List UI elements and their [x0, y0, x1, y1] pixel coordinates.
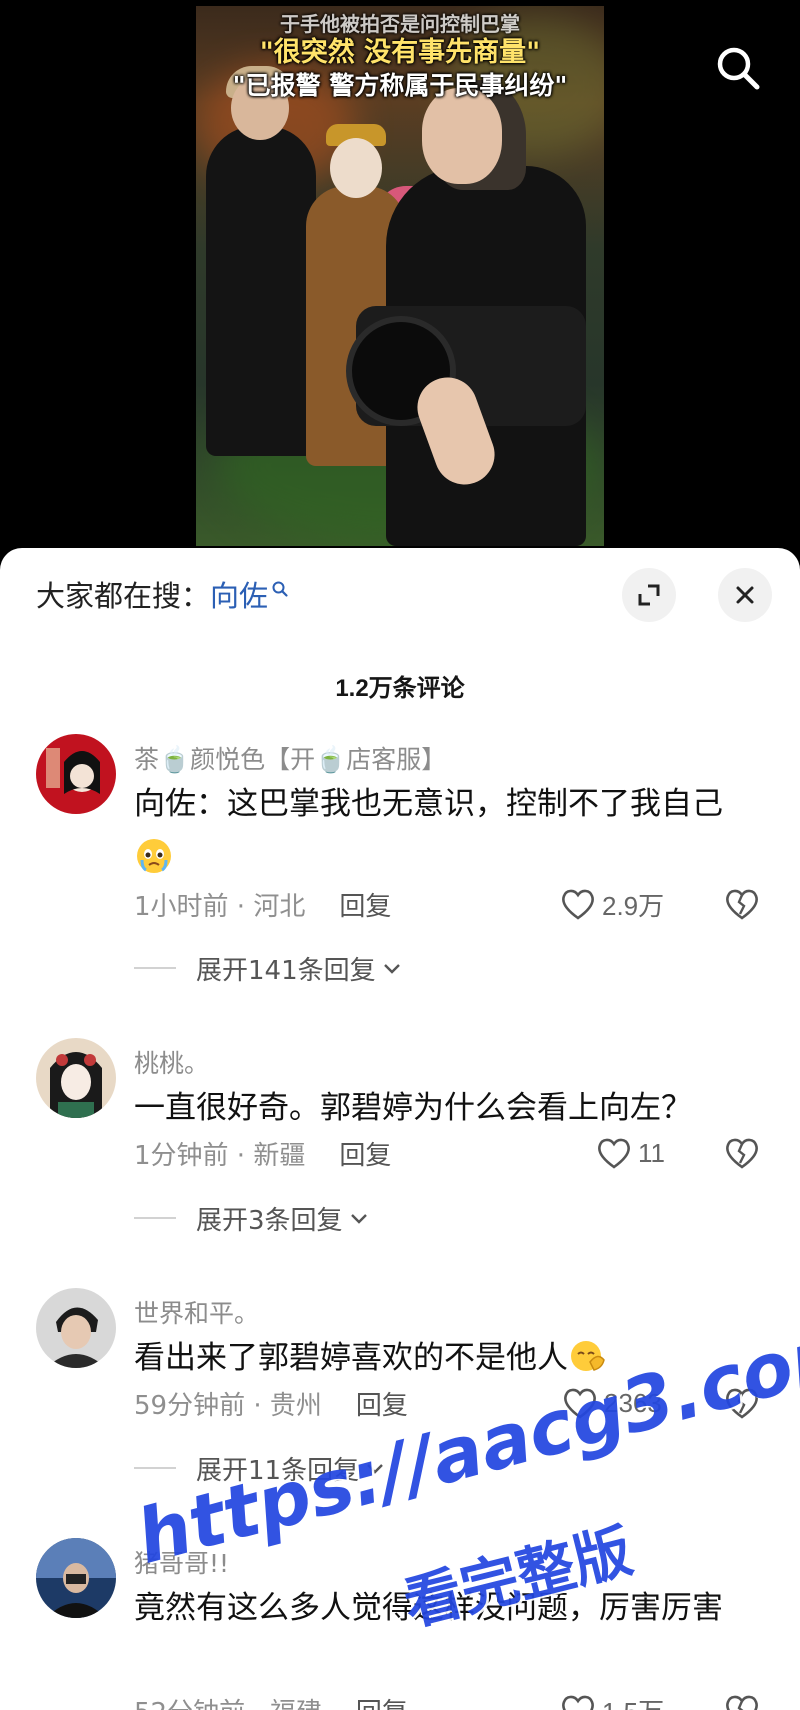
dislike-button[interactable] — [722, 884, 762, 924]
broken-heart-icon — [726, 889, 758, 920]
video-headline-police: "已报警 警方称属于民事纠纷" — [232, 71, 568, 100]
expand-button[interactable] — [622, 568, 676, 622]
comment-author[interactable]: 世界和平。 — [134, 1294, 259, 1330]
search-icon — [717, 47, 760, 90]
heart-icon — [562, 889, 594, 920]
like-count: 2.9万 — [602, 890, 665, 921]
comment-time-location: 59分钟前 · 贵州 — [134, 1390, 322, 1421]
divider — [134, 967, 176, 969]
divider — [134, 1467, 176, 1469]
reply-button[interactable]: 回复 — [356, 1692, 408, 1710]
comment-meta: 1分钟前 · 新疆 回复 — [134, 1133, 391, 1173]
face-with-hand-emoji — [571, 1341, 605, 1371]
comment-author[interactable]: 桃桃。 — [134, 1044, 209, 1080]
person-left — [206, 66, 316, 456]
expand-icon — [638, 584, 660, 606]
video-frame[interactable]: 于手他被拍否是问控制巴掌 "很突然 没有事先商量" "已报警 警方称属于民事纠纷… — [196, 6, 604, 546]
avatar[interactable] — [36, 1038, 116, 1118]
reply-button[interactable]: 回复 — [356, 1385, 408, 1422]
broken-heart-icon — [726, 1695, 758, 1710]
search-button[interactable] — [712, 42, 764, 94]
dislike-button[interactable] — [722, 1690, 762, 1710]
chevron-down-icon — [350, 1214, 367, 1224]
comment-meta: 1小时前 · 河北 回复 — [134, 884, 391, 924]
comment-meta: 59分钟前 · 贵州 回复 — [134, 1383, 408, 1423]
dislike-button[interactable] — [722, 1133, 762, 1173]
comment-text: 向佐：这巴掌我也无意识，控制不了我自己 — [134, 776, 744, 888]
comment-time-location: 52分钟前 · 福建 — [134, 1692, 322, 1710]
like-button[interactable]: 11 — [596, 1133, 665, 1173]
chevron-down-icon — [383, 964, 400, 974]
heart-icon — [562, 1695, 594, 1710]
comment-count: 1.2万条评论 — [335, 675, 465, 702]
like-count: 1.5万 — [602, 1692, 664, 1710]
avatar[interactable] — [36, 1288, 116, 1368]
comment-sheet: 大家都在搜： 向佐 1.2万条评论 茶🍵颜悦色【开🍵店客服】 向佐：这巴掌我也无… — [0, 548, 800, 1710]
trending-term[interactable]: 向佐 — [210, 573, 268, 615]
like-button[interactable]: 1.5万 — [560, 1690, 664, 1710]
expand-replies-label: 展开3条回复 — [196, 1205, 343, 1236]
avatar[interactable] — [36, 734, 116, 814]
comment-time-location: 1小时前 · 河北 — [134, 891, 306, 922]
expand-replies[interactable]: 展开3条回复 — [134, 1198, 371, 1238]
video-player[interactable]: 于手他被拍否是问控制巴掌 "很突然 没有事先商量" "已报警 警方称属于民事纠纷… — [0, 0, 800, 560]
close-icon — [736, 586, 754, 604]
reply-button[interactable]: 回复 — [339, 1135, 391, 1172]
trending-label: 大家都在搜： — [36, 579, 211, 613]
heart-icon — [598, 1138, 630, 1169]
close-button[interactable] — [718, 568, 772, 622]
expand-replies[interactable]: 展开141条回复 — [134, 948, 404, 988]
comment-text: 一直很好奇。郭碧婷为什么会看上向左？ — [134, 1090, 692, 1126]
crying-face-emoji — [137, 839, 171, 873]
reply-button[interactable]: 回复 — [339, 886, 391, 923]
comment-author[interactable]: 茶🍵颜悦色【开🍵店客服】 — [134, 740, 446, 776]
like-button[interactable]: 2.9万 — [560, 884, 664, 924]
video-headline-quote: "很突然 没有事先商量" — [259, 37, 541, 68]
comment-time-location: 1分钟前 · 新疆 — [134, 1140, 306, 1171]
divider — [134, 1217, 176, 1219]
expand-replies-label: 展开141条回复 — [196, 955, 376, 986]
like-count: 11 — [638, 1137, 665, 1168]
search-icon — [272, 581, 288, 597]
avatar[interactable] — [36, 1538, 116, 1618]
comment-meta: 52分钟前 · 福建 回复 — [134, 1690, 408, 1710]
trending-search[interactable]: 大家都在搜： 向佐 — [36, 574, 289, 614]
broken-heart-icon — [726, 1138, 758, 1169]
